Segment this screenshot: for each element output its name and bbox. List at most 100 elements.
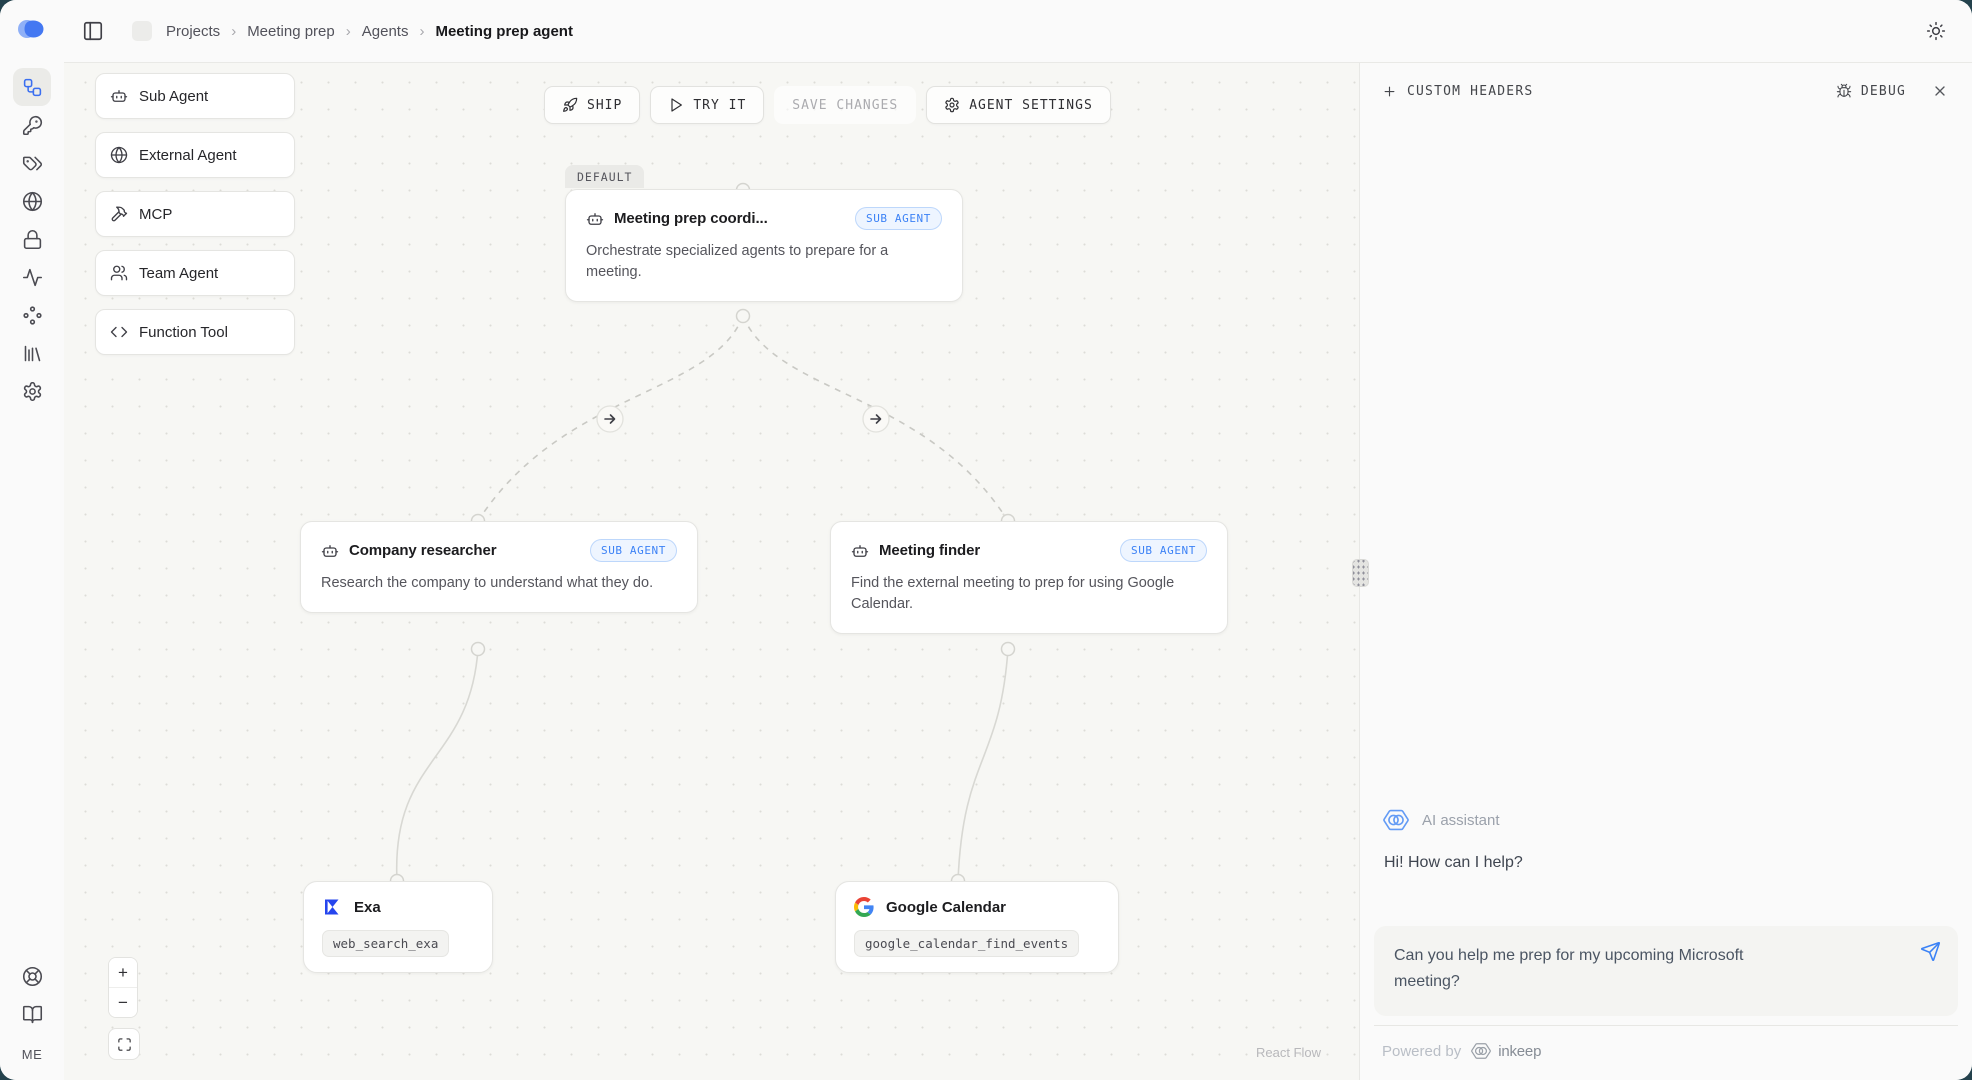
node-description: Research the company to understand what … — [321, 573, 677, 594]
zoom-controls: + − — [108, 957, 138, 1060]
palette-item-label: MCP — [139, 206, 172, 223]
node-company-researcher[interactable]: Company researcher SUB AGENT Research th… — [300, 521, 698, 613]
bug-icon — [1836, 83, 1852, 99]
ship-button-label: SHIP — [587, 98, 622, 113]
inkeep-logo-icon[interactable] — [15, 16, 49, 42]
composer-text[interactable]: Can you help me prep for my upcoming Mic… — [1394, 943, 1794, 995]
palette-item-mcp[interactable]: MCP — [95, 191, 295, 237]
palette-item-sub-agent[interactable]: Sub Agent — [95, 73, 295, 119]
user-avatar[interactable]: ME — [22, 1047, 43, 1062]
chat-composer[interactable]: Can you help me prep for my upcoming Mic… — [1374, 926, 1958, 1016]
palette-item-label: Team Agent — [139, 265, 218, 282]
close-icon[interactable] — [1932, 83, 1948, 99]
save-changes-button[interactable]: SAVE CHANGES — [774, 86, 916, 124]
rail-item-library[interactable] — [13, 334, 51, 372]
palette-item-function-tool[interactable]: Function Tool — [95, 309, 295, 355]
debug-button[interactable]: DEBUG — [1836, 83, 1906, 99]
node-palette: Sub Agent External Agent MCP Team Agent — [95, 73, 295, 368]
content-row: Sub Agent External Agent MCP Team Agent — [64, 63, 1972, 1080]
tool-chip: web_search_exa — [322, 930, 449, 957]
google-logo-icon — [854, 897, 874, 917]
custom-headers-label: CUSTOM HEADERS — [1407, 84, 1533, 99]
zoom-out-button[interactable]: − — [109, 987, 137, 1017]
rail-item-graphs[interactable] — [13, 68, 51, 106]
users-icon — [110, 264, 128, 282]
breadcrumb-projects[interactable]: Projects — [166, 23, 220, 40]
workflow-icon — [22, 77, 43, 98]
node-title: Company researcher — [349, 542, 496, 559]
agent-settings-button[interactable]: AGENT SETTINGS — [926, 86, 1111, 124]
default-agent-tag: DEFAULT — [565, 165, 644, 188]
panel-toggle-icon[interactable] — [82, 20, 104, 42]
breadcrumb-current-page: Meeting prep agent — [435, 23, 573, 40]
rail-item-activity[interactable] — [13, 258, 51, 296]
debug-label: DEBUG — [1861, 84, 1906, 99]
rail-item-api-keys[interactable] — [13, 106, 51, 144]
rail-item-settings[interactable] — [13, 372, 51, 410]
edge-arrow-marker — [597, 406, 623, 432]
edge-arrow-marker — [863, 406, 889, 432]
palette-item-external-agent[interactable]: External Agent — [95, 132, 295, 178]
rail-item-docs[interactable] — [13, 995, 51, 1033]
top-bar: Projects › Meeting prep › Agents › Meeti… — [64, 0, 1972, 63]
gear-icon — [944, 97, 960, 113]
palette-item-label: External Agent — [139, 147, 237, 164]
sub-agent-badge: SUB AGENT — [1120, 539, 1207, 562]
rail-item-credentials[interactable] — [13, 144, 51, 182]
fit-view-button[interactable] — [108, 1028, 140, 1060]
rail-item-components[interactable] — [13, 296, 51, 334]
sub-agent-badge: SUB AGENT — [590, 539, 677, 562]
app-window: ME Projects › Meeting prep › Agents › Me… — [0, 0, 1972, 1080]
powered-by-inkeep[interactable]: Powered by inkeep — [1374, 1025, 1958, 1080]
bot-icon — [110, 87, 128, 105]
node-meeting-prep-coordinator[interactable]: Meeting prep coordi... SUB AGENT Orchest… — [565, 189, 963, 302]
try-it-button-label: TRY IT — [693, 98, 746, 113]
breadcrumb: Projects › Meeting prep › Agents › Meeti… — [166, 23, 573, 40]
theme-sun-icon[interactable] — [1926, 21, 1946, 41]
bot-icon — [321, 542, 339, 560]
custom-headers-button[interactable]: CUSTOM HEADERS — [1382, 84, 1533, 99]
palette-item-label: Function Tool — [139, 324, 228, 341]
send-icon[interactable] — [1920, 941, 1941, 962]
book-open-icon — [22, 1004, 43, 1025]
lock-icon — [22, 229, 43, 250]
assistant-label: AI assistant — [1422, 812, 1500, 829]
gear-icon — [22, 381, 43, 402]
exa-logo-icon — [322, 897, 342, 917]
node-title: Exa — [354, 899, 381, 916]
try-it-button[interactable]: TRY IT — [650, 86, 764, 124]
rail-item-external-agents[interactable] — [13, 182, 51, 220]
zoom-in-button[interactable]: + — [109, 958, 137, 987]
breadcrumb-separator: › — [419, 23, 424, 40]
life-buoy-icon — [22, 966, 43, 987]
rail-item-help[interactable] — [13, 957, 51, 995]
breadcrumb-project-name[interactable]: Meeting prep — [247, 23, 335, 40]
key-icon — [22, 115, 43, 136]
flow-canvas[interactable]: Sub Agent External Agent MCP Team Agent — [64, 63, 1359, 1080]
activity-icon — [22, 267, 43, 288]
main-column: Projects › Meeting prep › Agents › Meeti… — [64, 0, 1972, 1080]
node-description: Orchestrate specialized agents to prepar… — [586, 241, 942, 283]
node-exa-tool[interactable]: Exa web_search_exa — [303, 881, 493, 973]
chat-area: AI assistant Hi! How can I help? Can you… — [1360, 807, 1972, 1016]
assistant-header: AI assistant — [1383, 807, 1958, 833]
ship-button[interactable]: SHIP — [544, 86, 640, 124]
plus-icon — [1382, 84, 1397, 99]
play-icon — [668, 97, 684, 113]
inkeep-mark-icon — [1471, 1041, 1491, 1061]
bot-icon — [586, 210, 604, 228]
left-rail: ME — [0, 0, 64, 1080]
inkeep-mark-icon — [1383, 807, 1409, 833]
powered-by-label: Powered by — [1382, 1043, 1461, 1060]
node-title: Meeting finder — [879, 542, 980, 559]
panel-resize-handle[interactable] — [1352, 559, 1369, 587]
node-title: Google Calendar — [886, 899, 1006, 916]
globe-icon — [22, 191, 43, 212]
rail-item-security[interactable] — [13, 220, 51, 258]
brand-name: inkeep — [1498, 1043, 1541, 1060]
node-google-calendar-tool[interactable]: Google Calendar google_calendar_find_eve… — [835, 881, 1119, 973]
breadcrumb-agents[interactable]: Agents — [362, 23, 409, 40]
node-meeting-finder[interactable]: Meeting finder SUB AGENT Find the extern… — [830, 521, 1228, 634]
react-flow-attribution[interactable]: React Flow — [1256, 1045, 1321, 1060]
palette-item-team-agent[interactable]: Team Agent — [95, 250, 295, 296]
